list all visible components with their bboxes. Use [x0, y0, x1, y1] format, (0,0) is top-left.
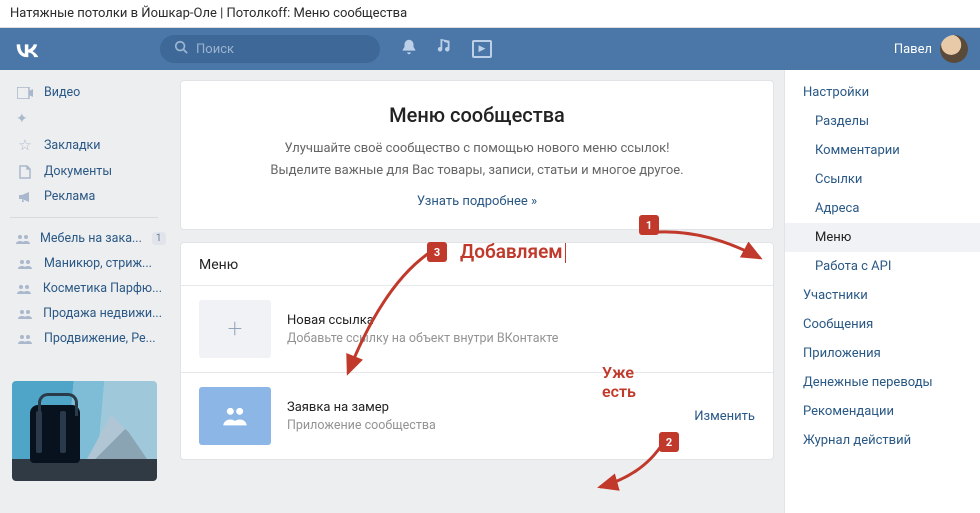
info-banner: Меню сообщества Улучшайте своё сообществ… [180, 80, 774, 230]
main-content: Меню сообщества Улучшайте своё сообществ… [168, 70, 784, 513]
new-link-subtitle: Добавьте ссылку на объект внутри ВКонтак… [287, 331, 558, 346]
vk-logo[interactable] [12, 40, 40, 58]
group-icon [16, 309, 33, 319]
leftnav-group-2[interactable]: Косметика Парфю... [10, 276, 168, 301]
leftnav-label: Закладки [44, 138, 101, 153]
left-sidebar: Видео ✦ ☆ Закладки Документы Реклама Меб… [0, 70, 168, 513]
menu-section-header: Меню [181, 243, 773, 286]
banner-line2: Выделите важные для Вас товары, записи, … [205, 161, 749, 181]
user-avatar-icon [940, 35, 968, 63]
browser-tab-title: Натяжные потолки в Йошкар-Оле | Потолкоf… [0, 0, 980, 28]
leftnav-label: Реклама [44, 189, 95, 204]
existing-link-subtitle: Приложение сообщества [287, 418, 436, 433]
divider [10, 217, 158, 218]
existing-link-title: Заявка на замер [287, 400, 436, 415]
group-icon [16, 234, 30, 244]
leftnav-label: Продажа недвижи... [43, 306, 162, 321]
add-link-row[interactable]: + Новая ссылка Добавьте ссылку на объект… [181, 286, 773, 373]
right-sidebar: Настройки Разделы Комментарии Ссылки Адр… [784, 70, 980, 513]
rightnav-apps[interactable]: Приложения [785, 339, 980, 368]
header-icons: ▶ [400, 38, 492, 60]
bell-icon[interactable] [400, 38, 418, 60]
leftnav-group-4[interactable]: Продвижение, Ре... [10, 326, 168, 351]
user-menu[interactable]: Павел [894, 35, 968, 63]
video-icon [16, 87, 34, 99]
rightnav-transfers[interactable]: Денежные переводы [785, 368, 980, 397]
rightnav-messages[interactable]: Сообщения [785, 310, 980, 339]
search-placeholder: Поиск [196, 42, 234, 57]
group-icon [16, 334, 34, 344]
leftnav-group-3[interactable]: Продажа недвижи... [10, 301, 168, 326]
leftnav-label: Косметика Парфю... [43, 281, 162, 296]
new-link-title: Новая ссылка [287, 313, 558, 328]
leftnav-label: Маникюр, стриж... [44, 256, 152, 271]
leftnav-group-0[interactable]: Мебель на зака... 1 [10, 226, 168, 251]
leftnav-item-video[interactable]: Видео [10, 80, 168, 105]
search-icon [174, 40, 188, 58]
rightnav-settings[interactable]: Настройки [785, 78, 980, 107]
leftnav-item-documents[interactable]: Документы [10, 159, 168, 184]
banner-line1: Улучшайте своё сообщество с помощью ново… [205, 139, 749, 159]
leftnav-label: Мебель на зака... [40, 231, 142, 246]
rightnav-sections[interactable]: Разделы [785, 107, 980, 136]
video-top-icon[interactable]: ▶ [472, 40, 492, 58]
user-name: Павел [894, 42, 932, 57]
rightnav-recommendations[interactable]: Рекомендации [785, 397, 980, 426]
rightnav-members[interactable]: Участники [785, 281, 980, 310]
leftnav-item-ads[interactable]: Реклама [10, 184, 168, 209]
rightnav-links[interactable]: Ссылки [785, 165, 980, 194]
rightnav-api[interactable]: Работа с API [785, 252, 980, 281]
search-input[interactable]: Поиск [160, 35, 380, 63]
banner-title: Меню сообщества [205, 103, 749, 127]
rightnav-log[interactable]: Журнал действий [785, 426, 980, 455]
promo-thumbnail[interactable] [12, 381, 157, 481]
leftnav-label: Документы [44, 164, 112, 179]
group-icon [16, 284, 33, 294]
rightnav-comments[interactable]: Комментарии [785, 136, 980, 165]
plus-icon: + [228, 314, 243, 344]
app-thumbnail [199, 387, 271, 445]
rightnav-addresses[interactable]: Адреса [785, 194, 980, 223]
learn-more-link[interactable]: Узнать подробнее » [417, 194, 537, 209]
megaphone-icon [16, 191, 34, 203]
separator-star-icon: ✦ [16, 111, 168, 127]
leftnav-group-1[interactable]: Маникюр, стриж... [10, 251, 168, 276]
star-icon: ☆ [16, 136, 34, 154]
leftnav-label: Продвижение, Ре... [44, 331, 156, 346]
menu-section: Меню + Новая ссылка Добавьте ссылку на о… [180, 242, 774, 460]
music-icon[interactable] [436, 38, 454, 60]
community-app-icon [221, 402, 249, 430]
edit-link-button[interactable]: Изменить [694, 409, 755, 424]
document-icon [16, 165, 34, 179]
leftnav-label: Видео [44, 85, 80, 100]
group-icon [16, 259, 34, 269]
leftnav-item-bookmarks[interactable]: ☆ Закладки [10, 131, 168, 159]
add-thumbnail: + [199, 300, 271, 358]
notification-badge: 1 [152, 232, 166, 245]
vk-header: Поиск ▶ Павел [0, 28, 980, 70]
rightnav-menu[interactable]: Меню [785, 223, 980, 252]
existing-link-row: Заявка на замер Приложение сообщества Из… [181, 373, 773, 459]
